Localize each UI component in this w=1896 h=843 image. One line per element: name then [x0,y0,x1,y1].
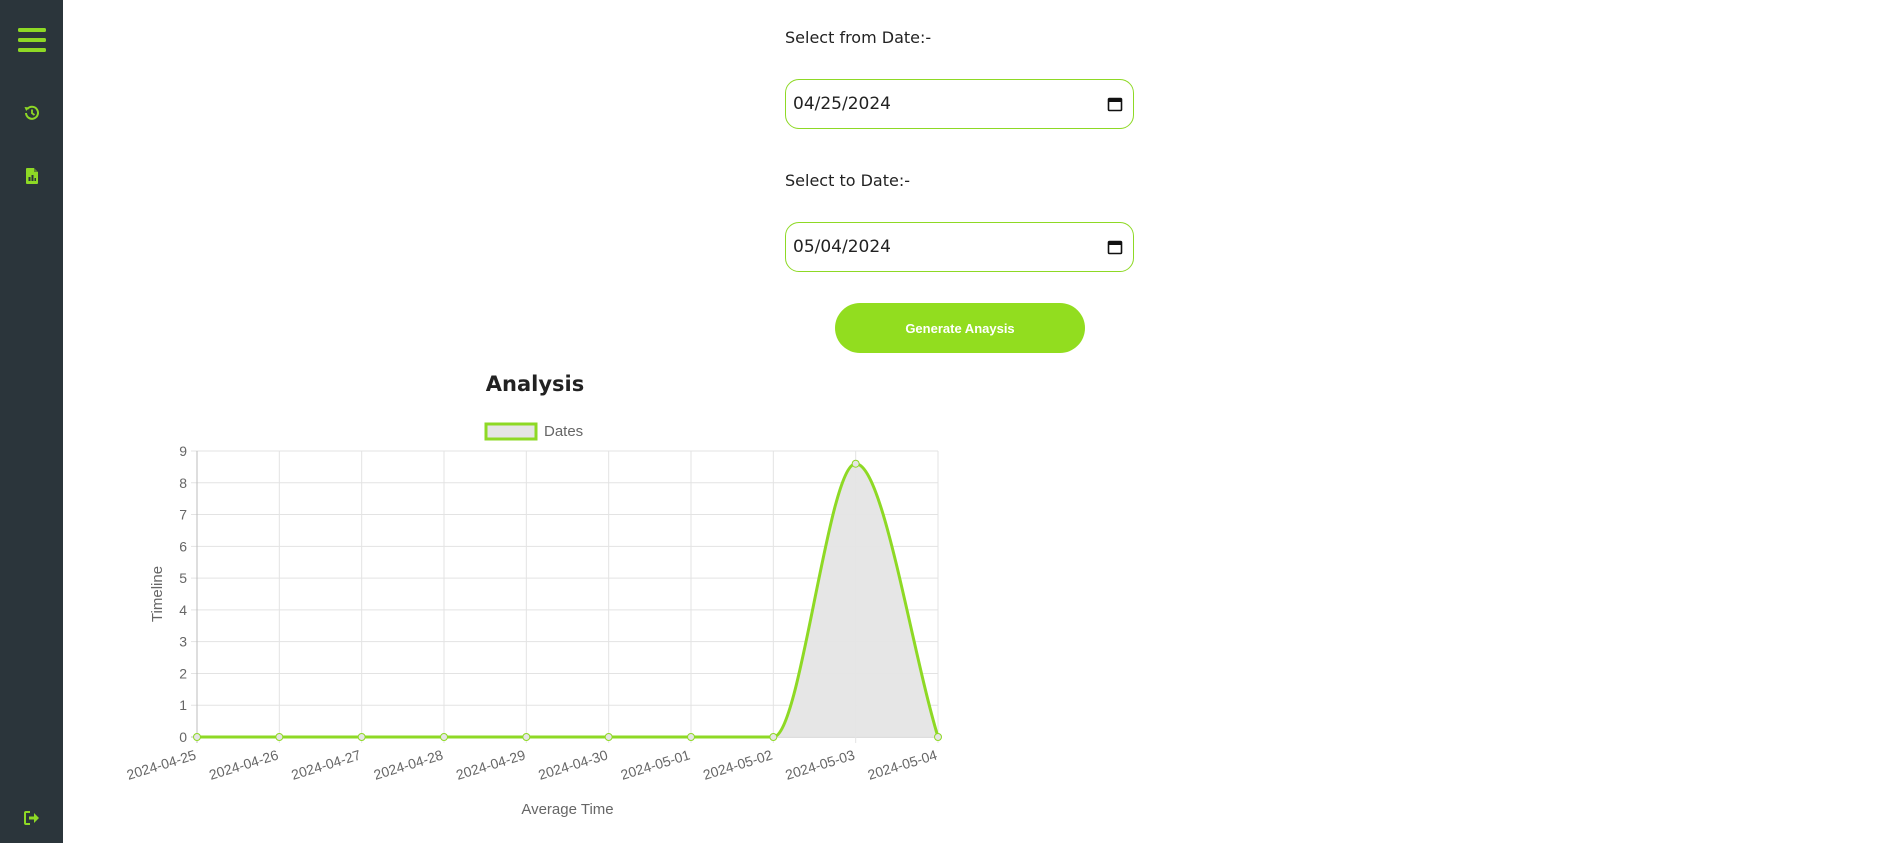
to-date-value: 05/04/2024 [793,237,891,257]
data-point [934,733,942,741]
generate-analysis-button[interactable]: Generate Anaysis [835,303,1085,353]
x-tick-label: 2024-05-04 [866,747,939,783]
logout-icon[interactable] [0,806,63,830]
y-tick-label: 4 [179,602,187,618]
x-tick-label: 2024-04-26 [207,747,280,783]
from-date-input[interactable]: 04/25/2024 [785,79,1134,129]
y-tick-label: 1 [179,697,187,713]
data-point [193,733,201,741]
to-date-label: Select to Date:- [785,171,910,190]
data-point [604,733,613,741]
data-point [275,733,284,741]
data-point [522,733,531,741]
calendar-icon[interactable] [1107,239,1123,255]
x-tick-label: 2024-04-28 [372,747,445,783]
y-tick-label: 0 [179,729,187,745]
data-point [769,733,778,741]
y-tick-label: 2 [179,665,187,681]
y-tick-label: 7 [179,507,187,523]
calendar-icon[interactable] [1107,96,1123,112]
from-date-label: Select from Date:- [785,28,932,47]
data-point [357,733,366,741]
x-tick-label: 2024-04-27 [289,747,362,783]
from-date-value: 04/25/2024 [793,94,891,114]
y-tick-label: 5 [179,570,187,586]
x-tick-label: 2024-04-25 [125,747,198,783]
series-area [197,463,938,737]
history-icon[interactable] [0,100,63,126]
x-tick-label: 2024-04-29 [454,747,527,783]
y-tick-label: 6 [179,538,187,554]
data-point [851,459,860,468]
chart-title: Analysis [486,372,584,396]
x-tick-label: 2024-05-01 [619,747,692,783]
y-tick-label: 9 [179,443,187,459]
x-tick-label: 2024-05-02 [701,747,774,783]
report-icon[interactable] [0,163,63,189]
x-tick-label: 2024-04-30 [536,747,609,783]
chart-svg: AnalysisDates01234567892024-04-25 2024-04… [125,372,942,818]
y-axis-title: Timeline [149,566,166,622]
to-date-input[interactable]: 05/04/2024 [785,222,1134,272]
legend-label: Dates [544,423,583,440]
legend-swatch [484,422,538,441]
analysis-chart: Analysis Dates 0 1 2 3 4 5 6 7 8 9 2024-04-25 2024-04… [110,370,960,830]
menu-icon[interactable] [0,22,63,58]
x-axis-title: Average Time [521,801,613,818]
data-point [687,733,695,741]
y-tick-label: 8 [179,475,187,491]
x-tick-label: 2024-05-03 [783,747,856,783]
y-tick-label: 3 [179,634,187,650]
sidebar [0,0,63,843]
data-point [440,733,448,741]
